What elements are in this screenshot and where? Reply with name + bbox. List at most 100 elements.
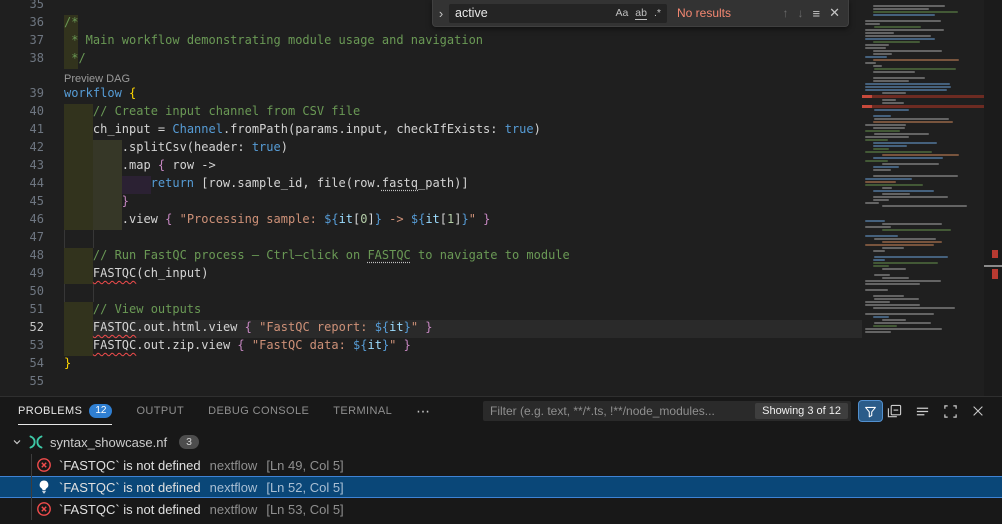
code-line[interactable]: 50 [0, 284, 862, 302]
error-icon [36, 457, 52, 473]
find-input[interactable]: active Aa ab .* [449, 4, 667, 23]
maximize-panel-icon[interactable] [941, 402, 959, 420]
line-number: 53 [0, 338, 44, 356]
error-icon [36, 501, 52, 517]
code-line[interactable]: 45} [0, 194, 862, 212]
code-line[interactable]: 42.splitCsv(header: true) [0, 140, 862, 158]
panel-more-actions-icon[interactable]: ⋯ [416, 403, 432, 420]
problem-location: [Ln 52, Col 5] [266, 480, 343, 495]
line-number: 38 [0, 51, 44, 69]
code-line[interactable]: 41ch_input = Channel.fromPath(params.inp… [0, 122, 862, 140]
line-number: 48 [0, 248, 44, 266]
ruler-error-mark [992, 250, 998, 258]
code-line[interactable]: 48// Run FastQC process – Ctrl–click on … [0, 248, 862, 266]
line-number: 44 [0, 176, 44, 194]
code-line[interactable]: 55 [0, 374, 862, 392]
match-case-icon[interactable]: Aa [615, 7, 628, 20]
minimap[interactable] [862, 2, 984, 392]
code-line[interactable]: 38 */ [0, 51, 862, 69]
code-line[interactable]: 40// Create input channel from CSV file [0, 104, 862, 122]
code-line[interactable]: 52FASTQC.out.html.view { "FastQC report:… [0, 320, 862, 338]
find-next-icon[interactable]: ↓ [798, 6, 804, 20]
regex-icon[interactable]: .* [654, 7, 661, 20]
problem-source: nextflow [210, 458, 258, 473]
line-number: 35 [0, 0, 44, 15]
line-number: 36 [0, 15, 44, 33]
file-problem-count-badge: 3 [179, 435, 199, 449]
find-in-selection-icon[interactable]: ≡ [813, 6, 821, 21]
code-line[interactable]: 43.map { row -> [0, 158, 862, 176]
line-number: 47 [0, 230, 44, 248]
problem-row[interactable]: `FASTQC` is not defined nextflow [Ln 49, C… [0, 454, 1002, 476]
problems-count-badge: 12 [89, 404, 112, 418]
problem-location: [Ln 49, Col 5] [266, 458, 343, 473]
ruler-error-mark [992, 269, 998, 279]
filter-funnel-icon[interactable] [858, 400, 883, 422]
line-number: 52 [0, 320, 44, 338]
problems-items: `FASTQC` is not defined nextflow [Ln 49, C… [0, 454, 1002, 520]
toggle-replace-icon[interactable]: › [433, 6, 449, 21]
editor-pane[interactable]: 3536/*37 * Main workflow demonstrating m… [0, 0, 1002, 396]
code-line[interactable]: 53FASTQC.out.zip.view { "FastQC data: ${… [0, 338, 862, 356]
panel-tab-bar: PROBLEMS12 OUTPUT DEBUG CONSOLE TERMINAL ⋯ F… [0, 397, 1002, 425]
panel-actions [885, 402, 987, 420]
line-number: 40 [0, 104, 44, 122]
collapse-all-icon[interactable] [885, 402, 903, 420]
problem-message: `FASTQC` is not defined [59, 480, 201, 495]
line-number: 50 [0, 284, 44, 302]
problems-tree: syntax_showcase.nf 3 `FASTQC` is not def… [0, 425, 1002, 520]
find-results-label: No results [677, 6, 783, 20]
ruler-cursor-mark [984, 265, 1002, 267]
line-number: 46 [0, 212, 44, 230]
line-number: 51 [0, 302, 44, 320]
find-widget: › active Aa ab .* No results ↑ ↓ ≡ ✕ [432, 0, 849, 27]
problem-source: nextflow [210, 480, 258, 495]
line-number: 37 [0, 33, 44, 51]
problem-location: [Ln 53, Col 5] [266, 502, 343, 517]
code-line[interactable]: 54} [0, 356, 862, 374]
find-close-icon[interactable]: ✕ [829, 5, 840, 21]
find-query-text: active [449, 6, 615, 20]
problem-source: nextflow [210, 502, 258, 517]
problems-file-name: syntax_showcase.nf [50, 435, 167, 450]
nextflow-file-icon [28, 434, 44, 450]
line-number: 41 [0, 122, 44, 140]
problem-message: `FASTQC` is not defined [59, 502, 201, 517]
bottom-panel: PROBLEMS12 OUTPUT DEBUG CONSOLE TERMINAL ⋯ F… [0, 396, 1002, 524]
codelens-preview-dag[interactable]: Preview DAG [64, 73, 130, 85]
vscode-window: 3536/*37 * Main workflow demonstrating m… [0, 0, 1002, 524]
code-line[interactable]: 39workflow { [0, 86, 862, 104]
view-as-table-icon[interactable] [913, 402, 931, 420]
code-line[interactable]: 46.view { "Processing sample: ${it[0]} -… [0, 212, 862, 230]
find-previous-icon[interactable]: ↑ [783, 6, 789, 20]
tab-output[interactable]: OUTPUT [136, 397, 184, 425]
tab-terminal[interactable]: TERMINAL [333, 397, 392, 425]
line-number: 49 [0, 266, 44, 284]
problem-message: `FASTQC` is not defined [59, 458, 201, 473]
code-line[interactable]: 47 [0, 230, 862, 248]
code-line[interactable]: 37 * Main workflow demonstrating module … [0, 33, 862, 51]
showing-count-badge: Showing 3 of 12 [755, 403, 848, 419]
overview-ruler[interactable] [984, 0, 1002, 396]
tab-problems[interactable]: PROBLEMS12 [18, 397, 112, 425]
filter-placeholder: Filter (e.g. text, **/*.ts, !**/node_mod… [490, 401, 715, 421]
close-panel-icon[interactable] [969, 402, 987, 420]
code-line[interactable]: 44return [row.sample_id, file(row.fastq_… [0, 176, 862, 194]
line-number: 45 [0, 194, 44, 212]
whole-word-icon[interactable]: ab [635, 7, 647, 20]
chevron-down-icon [12, 437, 22, 447]
code-lines: 3536/*37 * Main workflow demonstrating m… [0, 0, 862, 392]
line-number: 54 [0, 356, 44, 374]
problem-row[interactable]: `FASTQC` is not defined nextflow [Ln 53, C… [0, 498, 1002, 520]
code-line[interactable]: 49FASTQC(ch_input) [0, 266, 862, 284]
lightbulb-icon [36, 479, 52, 495]
line-number: 39 [0, 86, 44, 104]
line-number: 55 [0, 374, 44, 392]
problem-row[interactable]: `FASTQC` is not defined nextflow [Ln 52, C… [0, 476, 1002, 498]
problems-filter-input[interactable]: Filter (e.g. text, **/*.ts, !**/node_mod… [483, 401, 851, 421]
problems-file-row[interactable]: syntax_showcase.nf 3 [0, 430, 1002, 454]
tab-debug-console[interactable]: DEBUG CONSOLE [208, 397, 309, 425]
code-line[interactable]: 51// View outputs [0, 302, 862, 320]
line-number: 42 [0, 140, 44, 158]
line-number: 43 [0, 158, 44, 176]
